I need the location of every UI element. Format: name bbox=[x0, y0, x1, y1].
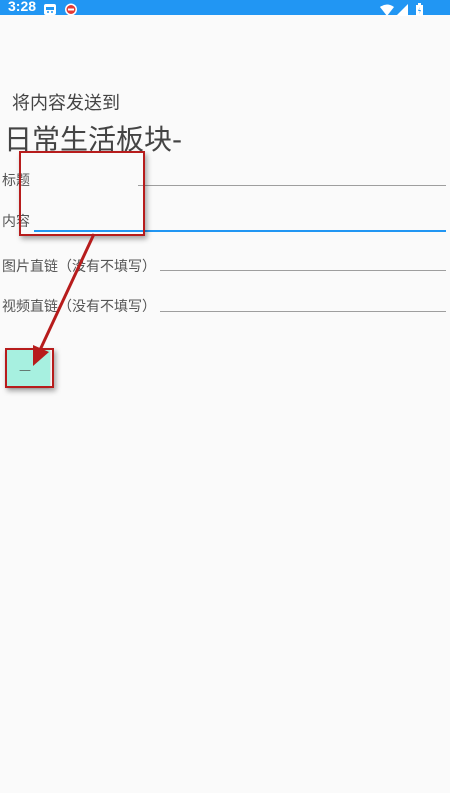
annotation-arrow bbox=[33, 233, 96, 366]
